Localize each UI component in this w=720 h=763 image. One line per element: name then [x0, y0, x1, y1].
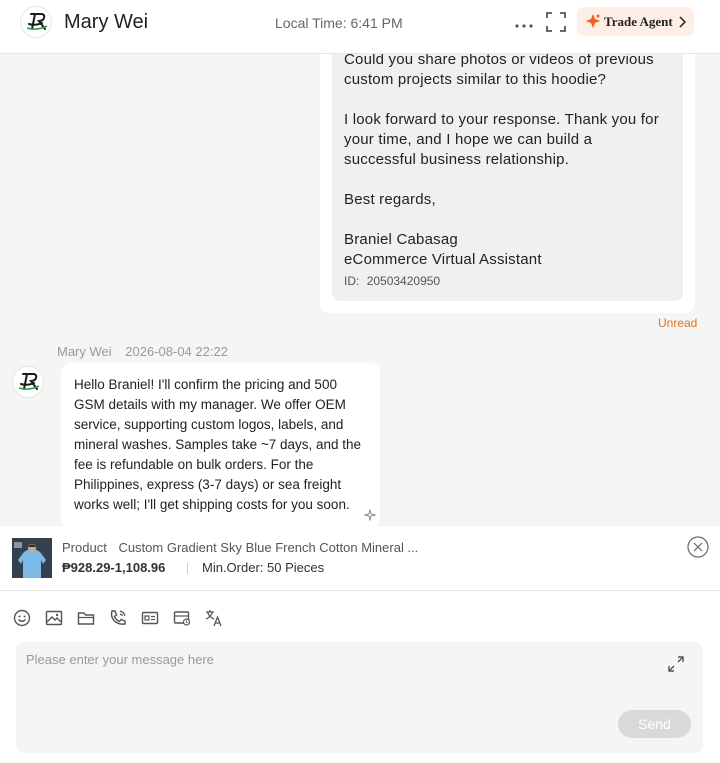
message-timestamp: 2026-08-04 22:22 — [125, 344, 228, 359]
product-label: Product — [62, 540, 107, 555]
card-icon[interactable] — [140, 608, 160, 628]
fullscreen-icon[interactable] — [545, 11, 567, 33]
sent-line: your time, and I hope we can build a — [344, 131, 593, 148]
message-id-label: ID: — [344, 274, 360, 288]
trade-agent-icon — [586, 14, 600, 28]
message-meta: Mary Wei 2026-08-04 22:22 — [57, 344, 228, 359]
chevron-right-icon — [679, 16, 687, 28]
contact-avatar[interactable] — [20, 6, 52, 38]
sent-line: eCommerce Virtual Assistant — [344, 251, 542, 268]
sent-line — [344, 210, 674, 230]
product-min-order: Min.Order: 50 Pieces — [202, 560, 325, 575]
sparkle-icon[interactable] — [364, 509, 376, 521]
translate-icon[interactable] — [204, 608, 224, 628]
ramax-logo-icon — [18, 373, 40, 390]
sent-line — [344, 90, 674, 110]
received-message-text: Hello Braniel! I'll confirm the pricing … — [74, 377, 362, 512]
send-button[interactable]: Send — [618, 710, 691, 738]
sender-avatar[interactable] — [12, 366, 44, 398]
sent-line: Best regards, — [344, 191, 436, 208]
sent-message-card: Could you share photos or videos of prev… — [320, 54, 695, 313]
sent-line: custom projects similar to this hoodie? — [344, 71, 607, 88]
chat-header: Mary Wei Local Time: 6:41 PM Trade Agent — [0, 0, 720, 54]
order-icon[interactable] — [172, 608, 192, 628]
contact-name: Mary Wei — [64, 11, 149, 33]
more-icon[interactable] — [512, 14, 536, 38]
sent-line: Braniel Cabasag — [344, 231, 458, 248]
sent-line: I look forward to your response. Thank y… — [344, 111, 659, 128]
trade-agent-button[interactable]: Trade Agent — [577, 7, 694, 36]
message-input[interactable] — [26, 652, 646, 712]
product-price: ₱928.29-1,108.96 — [62, 560, 166, 575]
chat-messages[interactable]: Could you share photos or videos of prev… — [0, 54, 720, 526]
divider — [187, 563, 188, 574]
message-id-value: 20503420950 — [366, 274, 441, 288]
emoji-icon[interactable] — [12, 608, 32, 628]
product-thumbnail[interactable] — [12, 538, 52, 578]
product-title[interactable]: Custom Gradient Sky Blue French Cotton M… — [118, 540, 418, 555]
local-time: Local Time: 6:41 PM — [275, 15, 403, 31]
ramax-logo-icon — [26, 13, 48, 30]
composer-toolbar — [0, 591, 720, 641]
image-icon[interactable] — [44, 608, 64, 628]
sent-message-bubble[interactable]: Could you share photos or videos of prev… — [332, 54, 683, 301]
product-title-line: Product Custom Gradient Sky Blue French … — [62, 540, 418, 555]
message-id: ID: 20503420950 — [344, 274, 440, 288]
sent-line: successful business relationship. — [344, 151, 570, 168]
received-message-bubble[interactable]: Hello Braniel! I'll confirm the pricing … — [61, 363, 380, 526]
unread-status: Unread — [658, 316, 698, 330]
phone-icon[interactable] — [108, 608, 128, 628]
sender-name: Mary Wei — [57, 344, 112, 359]
hoodie-image-icon — [12, 538, 52, 578]
sent-line — [344, 170, 674, 190]
close-icon[interactable] — [687, 536, 709, 558]
trade-agent-label: Trade Agent — [604, 14, 673, 29]
sent-message-text: Could you share photos or videos of prev… — [344, 54, 674, 270]
product-card[interactable]: Product Custom Gradient Sky Blue French … — [0, 526, 720, 591]
expand-input-icon[interactable] — [667, 655, 685, 673]
sent-line: Could you share photos or videos of prev… — [344, 54, 654, 68]
folder-icon[interactable] — [76, 608, 96, 628]
message-composer: Send — [16, 642, 703, 753]
